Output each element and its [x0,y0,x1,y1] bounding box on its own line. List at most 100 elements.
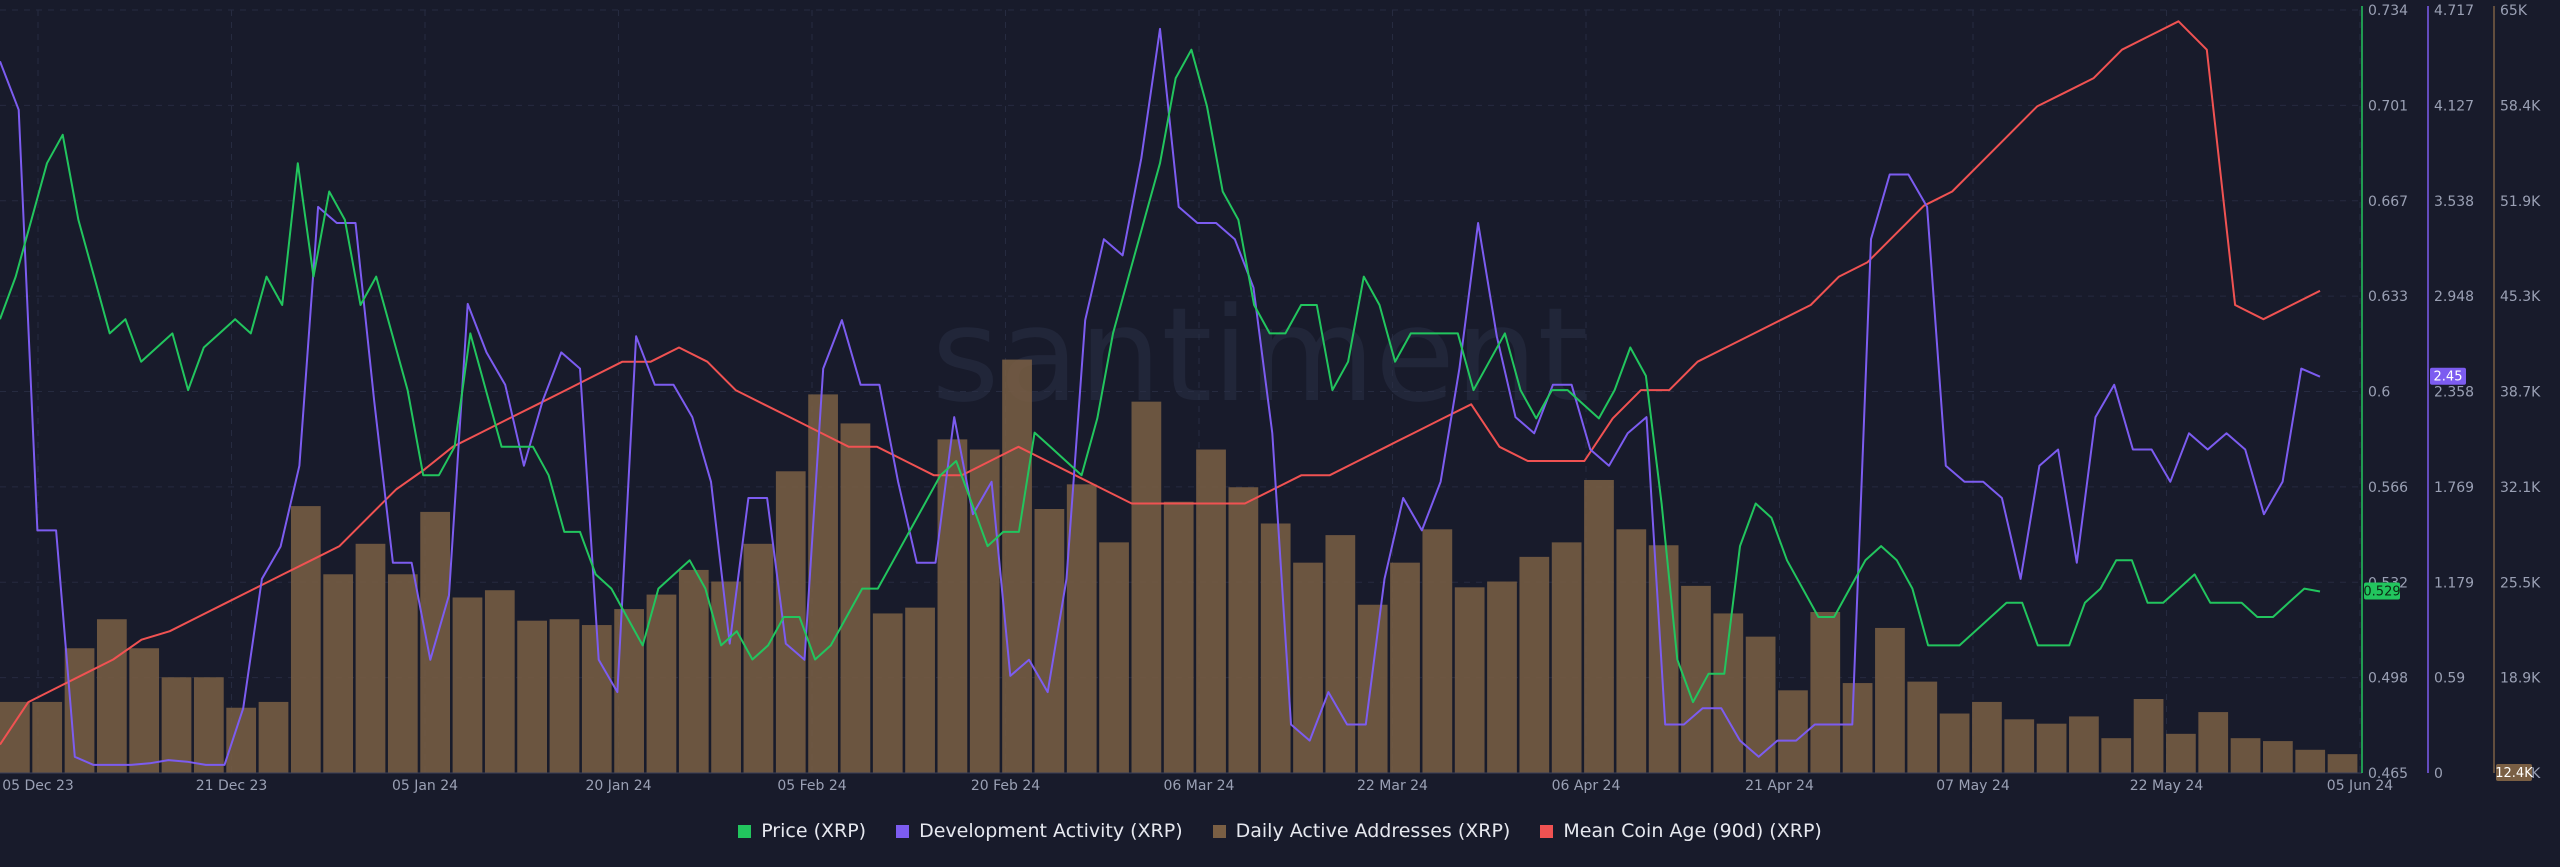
y-tick-label: 0.59 [2434,671,2465,687]
bar-daily-active-addresses [1099,542,1129,773]
bar-daily-active-addresses [549,619,580,773]
bar-daily-active-addresses [2101,738,2132,773]
bar-daily-active-addresses [1325,535,1356,773]
dev-current-badge: 2.45 [2434,370,2463,385]
bar-daily-active-addresses [517,620,548,773]
y-tick-label: 4.717 [2434,3,2474,19]
legend-item-mean-coin-age[interactable]: Mean Coin Age (90d) (XRP) [1540,820,1822,842]
bar-daily-active-addresses [1066,484,1097,773]
y-tick-label: 32.1K [2500,480,2541,496]
bar-daily-active-addresses [2230,738,2261,773]
bar-daily-active-addresses [808,394,838,773]
legend-swatch-price [738,824,752,838]
y-tick-label: 0.734 [2368,3,2408,19]
y-tick-label: 65K [2500,3,2528,19]
y-tick-label: 3.538 [2434,194,2474,210]
bar-daily-active-addresses [1778,690,1808,773]
y-tick-label: 0.667 [2368,194,2408,210]
bar-daily-active-addresses [32,701,63,773]
legend-item-development-activity[interactable]: Development Activity (XRP) [896,820,1183,842]
y-tick-label: 0 [2434,766,2443,782]
bar-daily-active-addresses [96,619,127,773]
bar-daily-active-addresses [484,590,515,773]
x-tick-label: 21 Apr 24 [1745,778,1814,794]
bar-daily-active-addresses [1196,449,1226,773]
y-tick-label: 38.7K [2500,385,2541,401]
legend-swatch-dev [896,824,910,838]
bar-daily-active-addresses [129,648,160,773]
bar-daily-active-addresses [1357,604,1388,773]
legend-swatch-mca [1540,824,1554,838]
bar-daily-active-addresses [1034,508,1065,773]
legend: Price (XRP) Development Activity (XRP) D… [0,820,2560,842]
bar-daily-active-addresses [1228,487,1259,773]
x-tick-label: 20 Feb 24 [971,778,1040,794]
bar-daily-active-addresses [2036,723,2067,773]
y-tick-label: 0.498 [2368,671,2408,687]
x-tick-label: 05 Dec 23 [2,778,74,794]
bar-daily-active-addresses [2004,719,2035,773]
y-tick-label: 0.633 [2368,289,2408,305]
legend-item-price[interactable]: Price (XRP) [738,820,866,842]
y-tick-label: 18.9K [2500,671,2541,687]
bar-daily-active-addresses [1616,529,1647,773]
bar-daily-active-addresses [1293,562,1323,773]
y-tick-label: 2.948 [2434,289,2474,305]
legend-label-dev: Development Activity (XRP) [919,820,1183,842]
legend-label-price: Price (XRP) [761,820,867,842]
bar-daily-active-addresses [1454,587,1485,773]
bar-daily-active-addresses [678,569,709,773]
chart: santiment 05 Dec 23 21 Dec 23 05 Jan 24 20 … [0,0,2560,867]
x-tick-label: 21 Dec 23 [196,778,268,794]
bar-daily-active-addresses [323,574,354,773]
bar-daily-active-addresses [905,607,935,773]
bar-daily-active-addresses [355,543,386,773]
bar-daily-active-addresses [1648,545,1679,773]
y-tick-label: 0.6 [2368,385,2390,401]
x-tick-label: 06 Mar 24 [1164,778,1235,794]
bar-daily-active-addresses [581,625,612,773]
legend-swatch-daa [1212,824,1226,838]
bar-daily-active-addresses [1745,636,1776,773]
bar-daily-active-addresses [193,677,224,773]
y-tick-label: 25.5K [2500,575,2541,591]
bar-daily-active-addresses [969,449,1000,773]
x-tick-label: 22 May 24 [2130,778,2204,794]
bar-daily-active-addresses [258,701,289,773]
x-tick-label: 20 Jan 24 [585,778,651,794]
bar-daily-active-addresses [64,648,95,773]
bar-daily-active-addresses [646,594,677,773]
bar-daily-active-addresses [1551,542,1582,773]
y-tick-label: 1.769 [2434,480,2474,496]
bar-daily-active-addresses [1842,683,1873,773]
bar-daily-active-addresses [614,609,644,773]
bar-daily-active-addresses [1875,627,1905,773]
y-tick-label: 58.4K [2500,98,2541,114]
bar-daily-active-addresses [840,423,871,773]
y-tick-label: 0.465 [2368,766,2408,782]
x-tick-label: 07 May 24 [1936,778,2010,794]
x-tick-label: 05 Jan 24 [392,778,458,794]
bar-daily-active-addresses [387,574,418,773]
bar-daily-active-addresses [743,543,774,773]
bar-daily-active-addresses [1584,479,1614,773]
daa-current-badge: 12.4K [2495,766,2533,781]
y-tick-label: 1.179 [2434,575,2474,591]
bar-daily-active-addresses [290,506,321,773]
price-current-badge: 0.529 [2363,584,2400,599]
bar-daily-active-addresses [1131,401,1162,773]
x-tick-label: 05 Feb 24 [777,778,846,794]
x-tick-label: 22 Mar 24 [1357,778,1428,794]
bar-daily-active-addresses [1002,359,1032,773]
legend-item-daily-active-addresses[interactable]: Daily Active Addresses (XRP) [1212,820,1511,842]
bar-daily-active-addresses [2263,741,2293,773]
bar-daily-active-addresses [1972,701,2002,773]
bar-daily-active-addresses [2069,716,2099,773]
bar-daily-active-addresses [2295,749,2326,773]
y-tick-label: 4.127 [2434,98,2474,114]
bar-daily-active-addresses [1163,501,1194,773]
y-tick-label: 2.358 [2434,385,2474,401]
legend-label-daa: Daily Active Addresses (XRP) [1235,820,1511,842]
bar-daily-active-addresses [2327,754,2358,773]
bar-daily-active-addresses [1939,713,1970,773]
